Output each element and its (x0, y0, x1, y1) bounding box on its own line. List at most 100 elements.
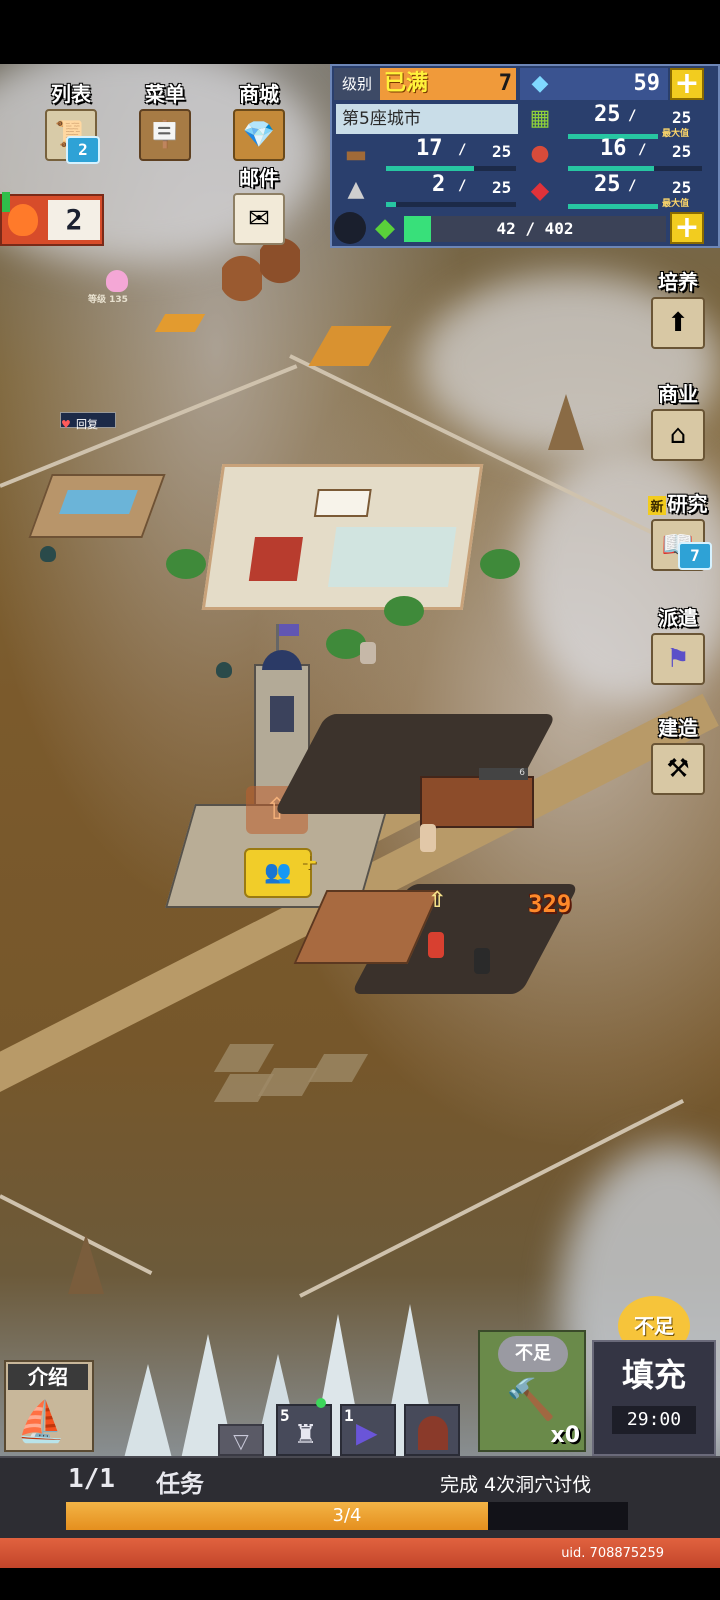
bed (313, 489, 372, 517)
grass-current: 25 (594, 102, 621, 127)
rabbit-character[interactable] (106, 270, 128, 292)
mail-menu[interactable]: 邮件 ✉ (224, 162, 294, 245)
market-stall[interactable]: 6 (420, 768, 534, 828)
hammer-item-slot[interactable]: 不足 🔨 x0 (478, 1330, 586, 1452)
fill-button[interactable]: 不足 填充 29:00 (592, 1296, 716, 1456)
rank-row: 级别 已满 7 ◆ 59 + (332, 68, 718, 102)
wood-icon: ▬ (344, 140, 368, 168)
adventurer-character[interactable] (420, 824, 436, 852)
wood-current: 17 (416, 136, 443, 161)
add-exp-button[interactable]: + (670, 212, 704, 244)
intro-label: 介绍 (8, 1364, 88, 1390)
bush (166, 549, 206, 579)
dispatch-flag-icon: ▶ (356, 1416, 378, 1449)
grass-icon: ▦ (529, 106, 551, 131)
research-menu[interactable]: 新研究 📖 7 (648, 488, 712, 571)
train-label: 培养 (658, 270, 698, 294)
rank-label: 级别 (334, 68, 380, 100)
cave-icon (418, 1416, 448, 1450)
tool-slot-flag[interactable]: 1 ▶ (340, 1404, 396, 1456)
business-menu[interactable]: 商业 ⌂ (648, 378, 708, 461)
tool-slot-cave[interactable] (404, 1404, 460, 1456)
avatar-slot (334, 212, 366, 244)
add-gems-button[interactable]: + (670, 68, 704, 100)
ore-max: 25 (492, 178, 512, 197)
quest-count: 1/1 (68, 1464, 115, 1494)
farm-plot[interactable] (154, 314, 206, 332)
footer-orange-strip: uid. 708875259 (0, 1538, 720, 1568)
loot-bag[interactable] (40, 546, 56, 562)
list-label: 列表 (51, 82, 91, 106)
top-black-bar (0, 0, 720, 64)
farm-plot[interactable] (308, 326, 392, 366)
ground-tile (307, 1054, 369, 1082)
bush (384, 596, 424, 626)
list-menu[interactable]: 列表 📜 2 (36, 78, 106, 164)
uid-label: uid. 708875259 (561, 1546, 664, 1561)
business-label: 商业 (658, 382, 698, 406)
ruby-max-note: 最大值 (662, 199, 690, 209)
recover-gauge: ♥ 回复 (60, 412, 116, 431)
list-badge: 2 (66, 136, 100, 164)
hammer-icon: ⚒ (651, 743, 705, 795)
stamina-alert-icon (2, 192, 10, 212)
damage-number: 329 (528, 890, 572, 918)
food-max: 25 (672, 142, 692, 161)
house-building[interactable] (201, 464, 484, 610)
research-label-group: 新研究 (648, 488, 708, 517)
fill-timer: 29:00 (612, 1406, 696, 1434)
rank-value: 已满 (384, 71, 429, 96)
ore-current: 2 (432, 172, 446, 197)
flag-icon: ⚑ (651, 633, 705, 685)
stamina-count: 2 (48, 200, 100, 240)
citizen-character[interactable] (360, 642, 376, 664)
ruby-max: 25 (672, 178, 692, 197)
tool-slot-castle[interactable]: 5 ♜ (276, 1398, 332, 1456)
food-current: 16 (600, 136, 627, 161)
mail-icon: ✉ (233, 193, 285, 245)
grass-max-note: 最大值 (662, 129, 690, 139)
stamina-indicator[interactable]: 2 (0, 192, 104, 246)
bush (480, 549, 520, 579)
castle-icon: ♜ (294, 1420, 318, 1450)
rabbit-level-label: 等级 135 (88, 295, 128, 305)
hammer-count: x0 (550, 1423, 581, 1448)
shop-icon: 💎 (233, 109, 285, 161)
adventurer-character[interactable] (428, 932, 444, 958)
loot-bag[interactable] (216, 662, 232, 678)
exp-gem-icon: ◆ (375, 213, 395, 243)
fill-label: 填充 (621, 1356, 686, 1394)
collapse-button[interactable]: ▽ (218, 1424, 264, 1456)
hot-spring-water (59, 490, 138, 514)
wood-max: 25 (492, 142, 512, 161)
hot-spring-building[interactable] (28, 474, 166, 538)
ore-icon: ▲ (347, 177, 365, 202)
quest-progress-text: 3/4 (332, 1505, 362, 1526)
add-resident-icon[interactable]: 👥 + (244, 848, 318, 898)
ship-icon: ⛵ (16, 1399, 66, 1445)
quest-title: 任务 (156, 1470, 204, 1498)
heart-icon: ♥ (61, 418, 71, 431)
city-name: 第5座城市 (336, 104, 518, 134)
ore-bar (386, 202, 516, 207)
dispatch-menu[interactable]: 派遣 ⚑ (648, 602, 708, 685)
train-menu[interactable]: 培养 ⬆ (648, 266, 708, 349)
gem-icon: ◆ (520, 68, 560, 100)
menu-label: 菜单 (145, 82, 185, 106)
mail-label: 邮件 (239, 166, 279, 190)
adventurer-character[interactable] (474, 948, 490, 974)
up-arrow-icon: ⇧ (428, 888, 447, 913)
research-new-tag: 新 (648, 496, 666, 515)
shop-menu[interactable]: 商城 💎 (224, 78, 294, 161)
wood-bar-fill (386, 166, 475, 171)
mallet-icon: 🔨 (506, 1377, 556, 1423)
game-world[interactable]: 等级 135 ♥ 回复 ⇧ 👥+ 6 ⇧ (0, 64, 720, 1488)
business-house-icon: ⌂ (651, 409, 705, 461)
build-menu[interactable]: 建造 ⚒ (648, 712, 708, 795)
main-menu[interactable]: 菜单 🪧 (130, 78, 200, 161)
intro-button[interactable]: 介绍 ⛵ (4, 1360, 94, 1452)
quest-bar[interactable]: 1/1 任务 完成 4次洞穴讨伐 3/4 (0, 1456, 720, 1540)
flame-icon (8, 204, 38, 236)
quest-description: 完成 4次洞穴讨伐 (440, 1474, 592, 1496)
status-panel: 级别 已满 7 ◆ 59 + 第5座城市 ▦ 25 / 25 最大值 ▬ 17 … (330, 64, 720, 248)
